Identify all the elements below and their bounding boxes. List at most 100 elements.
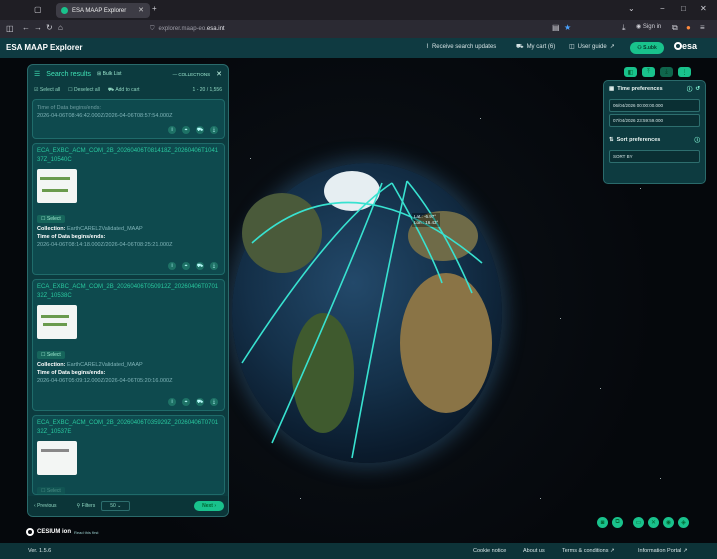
locate-icon[interactable]: ⌖ — [182, 398, 190, 406]
map-toolbar: ◧ ⤒ ⤓ ⋮ — [624, 67, 691, 77]
info-icon[interactable]: i — [168, 126, 176, 134]
copy-icon[interactable]: ⧉ — [612, 517, 623, 528]
collection-line: Collection: EarthCAREL2Validated_MAAP — [37, 226, 143, 232]
tab-overview-icon[interactable]: ▢ — [34, 5, 42, 14]
download-aoi-icon[interactable]: ⤓ — [660, 67, 673, 77]
url-text: explorer.maap-eo.esa.int — [158, 26, 225, 32]
info-icon[interactable]: i — [168, 262, 176, 270]
cookie-notice-link[interactable]: Cookie notice — [473, 548, 506, 554]
next-button[interactable]: Next › — [194, 501, 224, 511]
app-header: ESA MAAP Explorer ⌇ Receive search update… — [0, 38, 717, 58]
result-card: ECA_EXBC_ACM_COM_2B_20260406T035929Z_202… — [32, 415, 225, 495]
more-icon[interactable]: ⋮ — [678, 67, 691, 77]
tab-close-icon[interactable]: ✕ — [138, 6, 144, 14]
globe-view-icon[interactable]: ◉ — [663, 517, 674, 528]
information-portal-link[interactable]: Information Portal ↗ — [638, 548, 688, 554]
page-footer: Ver. 1.5.6 Cookie notice About us Terms … — [0, 543, 717, 559]
reader-view-icon[interactable]: ▤ — [552, 23, 560, 32]
result-card: ECA_EXBC_ACM_COM_2B_20260406T081418Z_202… — [32, 143, 225, 275]
select-checkbox[interactable]: ☐ Select — [37, 215, 65, 223]
globe[interactable] — [232, 163, 502, 463]
compass-icon[interactable]: ◈ — [678, 517, 689, 528]
user-button[interactable]: ⚇ S.ubk — [630, 42, 664, 54]
start-date-input[interactable]: 06/04/2026 00:00:00.000 — [609, 99, 700, 112]
browser-toolbar: ◫ ← → ↻ ⌂ ⛉ explorer.maap-eo.esa.int ▤ ★… — [0, 20, 717, 38]
upload-icon[interactable]: ⤒ — [642, 67, 655, 77]
back-icon[interactable]: ← — [22, 23, 30, 32]
external-link-icon: ↗ — [609, 44, 615, 50]
reload-icon[interactable]: ↻ — [46, 23, 53, 32]
select-all-button[interactable]: ☑ Select all — [34, 87, 60, 93]
deselect-all-button[interactable]: ☐ Deselect all — [68, 87, 100, 93]
sort-icon: ⇅ — [609, 137, 614, 143]
esa-logo-icon — [674, 42, 682, 50]
sort-help-icon[interactable]: ⓘ — [694, 136, 700, 144]
locate-icon[interactable]: ⌖ — [182, 126, 190, 134]
download-icon[interactable]: ⤓ — [622, 23, 626, 33]
address-bar[interactable]: ⛉ explorer.maap-eo.esa.int — [150, 23, 570, 35]
quicklook-thumbnail[interactable] — [37, 441, 77, 475]
version-label: Ver. 1.5.6 — [28, 548, 52, 554]
terms-link[interactable]: Terms & conditions ↗ — [562, 548, 615, 554]
card-actions: i ⌖ ⛟ ⤓ — [168, 126, 218, 134]
cart-add-icon[interactable]: ⛟ — [196, 398, 204, 406]
download-item-icon[interactable]: ⤓ — [210, 398, 218, 406]
cesium-logo-icon — [26, 528, 34, 536]
cart-add-icon[interactable]: ⛟ — [196, 126, 204, 134]
result-title[interactable]: ECA_EXBC_ACM_COM_2B_20260406T035929Z_202… — [33, 416, 224, 437]
previous-button[interactable]: ‹ Previous — [34, 503, 57, 509]
quicklook-thumbnail[interactable] — [37, 305, 77, 339]
select-checkbox[interactable]: ☐ Select — [37, 351, 65, 359]
sort-by-select[interactable]: SORT BY — [609, 150, 700, 163]
result-title[interactable]: ECA_EXBC_ACM_COM_2B_20260406T081418Z_202… — [33, 144, 224, 165]
browser-tab[interactable]: ESA MAAP Explorer ✕ — [56, 3, 150, 18]
add-to-cart-button[interactable]: ⛟ Add to cart — [108, 87, 140, 94]
firefox-icon[interactable]: ● — [686, 23, 691, 32]
bulk-list-button[interactable]: ⊞ Bulk List — [97, 71, 122, 77]
page-size-select[interactable]: 50 ⌄ — [101, 501, 131, 511]
locate-icon[interactable]: ⌖ — [182, 262, 190, 270]
layers-icon[interactable]: ◧ — [624, 67, 637, 77]
quicklook-thumbnail[interactable] — [37, 169, 77, 203]
book-icon: ◫ — [569, 44, 575, 50]
sign-in-button[interactable]: ◉ Sign in — [636, 23, 661, 30]
about-us-link[interactable]: About us — [523, 548, 545, 554]
time-label: Time of Data begins/ends: — [37, 234, 106, 240]
browser-tab-strip: ▢ ESA MAAP Explorer ✕ + ⌄ − □ ✕ — [0, 0, 717, 20]
favicon-icon — [61, 7, 68, 14]
end-date-input[interactable]: 07/04/2026 23:59:59.000 — [609, 114, 700, 127]
new-tab-icon[interactable]: + — [152, 4, 157, 13]
draw-icon[interactable]: ▭ — [633, 517, 644, 528]
forward-icon[interactable]: → — [34, 23, 42, 32]
extensions-icon[interactable]: ⧉ — [672, 23, 678, 33]
info-icon[interactable]: i — [168, 398, 176, 406]
panel-title: Search results — [46, 70, 92, 78]
select-checkbox[interactable]: ☐ Select — [37, 487, 65, 495]
clear-icon[interactable]: ✕ — [648, 517, 659, 528]
bookmark-star-icon[interactable]: ★ — [564, 23, 571, 32]
map-controls: ◙ ⧉ ▭ ✕ ◉ ◈ — [597, 517, 689, 528]
window-close-icon[interactable]: ✕ — [700, 4, 707, 13]
close-panel-icon[interactable]: ✕ — [216, 70, 222, 78]
help-icon[interactable]: ⓘ — [687, 85, 693, 93]
filters-button[interactable]: ⚲ Filters — [77, 503, 96, 509]
user-guide-link[interactable]: ◫ User guide ↗ — [569, 43, 615, 51]
reset-icon[interactable]: ↺ — [695, 86, 700, 92]
download-item-icon[interactable]: ⤓ — [210, 262, 218, 270]
cesium-credit[interactable]: CESIUM ion Read this first — [26, 528, 98, 536]
collections-toggle[interactable]: — COLLECTIONS — [173, 72, 211, 77]
home-icon[interactable]: ⌂ — [58, 23, 63, 32]
result-title[interactable]: ECA_EXBC_ACM_COM_2B_20260406T050912Z_202… — [33, 280, 224, 301]
my-cart-link[interactable]: ⛟ My cart (6) — [516, 43, 555, 51]
receive-updates-link[interactable]: ⌇ Receive search updates — [426, 43, 496, 51]
tab-list-icon[interactable]: ⌄ — [628, 4, 635, 13]
cesium-read-first-link[interactable]: Read this first — [74, 530, 98, 535]
cart-add-icon[interactable]: ⛟ — [196, 262, 204, 270]
minimize-icon[interactable]: − — [660, 4, 665, 13]
screenshot-icon[interactable]: ◙ — [597, 517, 608, 528]
download-item-icon[interactable]: ⤓ — [210, 126, 218, 134]
maximize-icon[interactable]: □ — [681, 4, 686, 13]
sidebar-icon[interactable]: ◫ — [6, 24, 14, 33]
menu-icon[interactable]: ≡ — [700, 23, 705, 32]
pagination-bar: ‹ Previous ⚲ Filters 50 ⌄ Next › — [28, 496, 228, 516]
